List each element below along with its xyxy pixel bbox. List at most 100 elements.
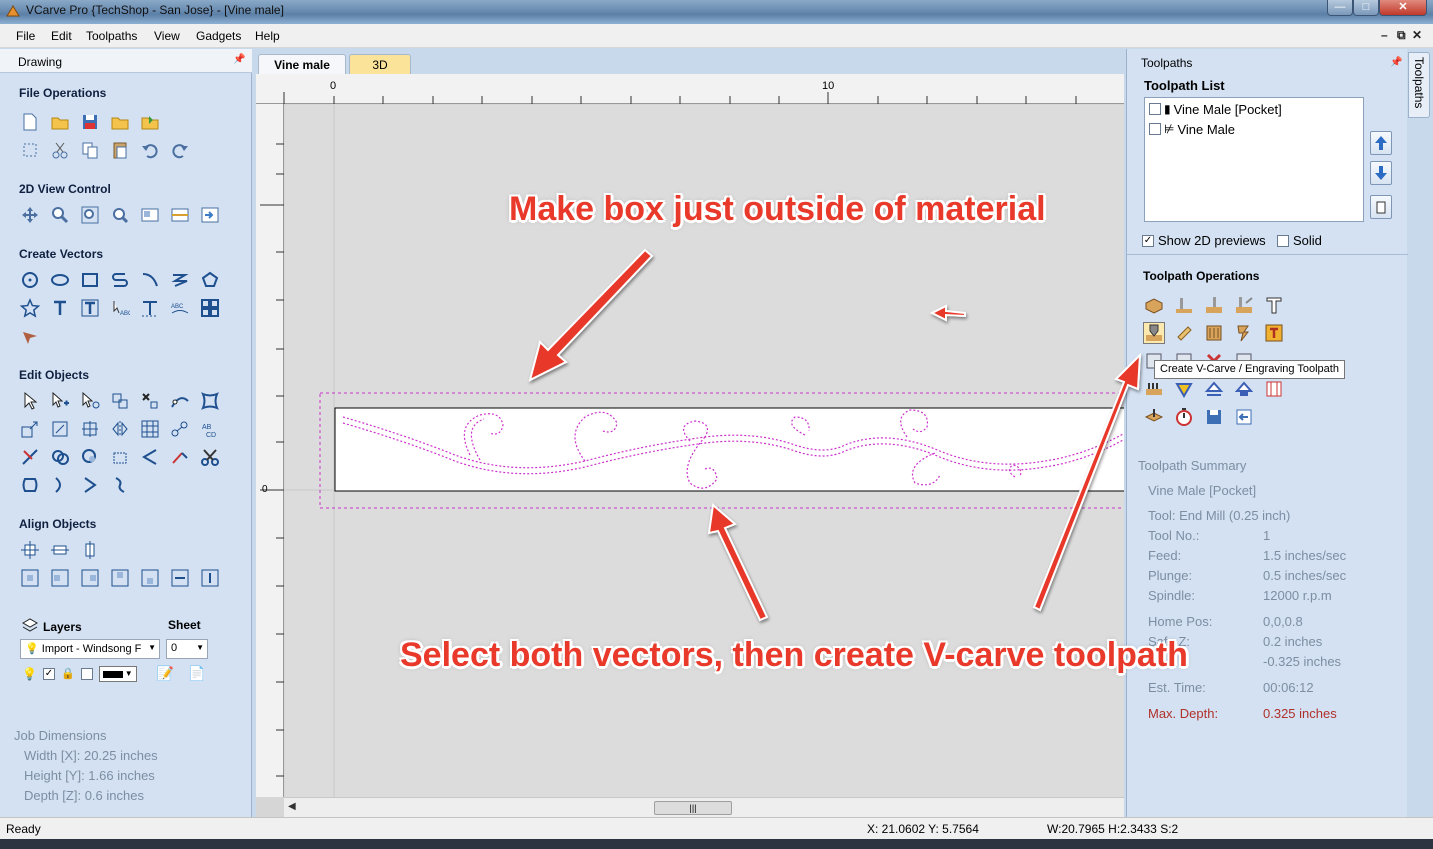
toolpath-checkbox[interactable] [1149,123,1161,135]
maximize-button[interactable]: □ [1353,0,1379,16]
prism-carve-icon[interactable] [1173,322,1195,344]
cut-icon[interactable] [49,139,71,161]
text-wrap-icon[interactable]: ABC [169,297,191,319]
copy-icon[interactable] [79,139,101,161]
interactive-transform-icon[interactable] [79,390,101,412]
array-icon[interactable] [199,297,221,319]
move-icon[interactable] [109,390,131,412]
polygon-icon[interactable] [199,269,221,291]
layer-select[interactable]: 💡 Import - Windsong F ▼ [20,639,160,659]
open-folder-icon[interactable] [109,111,131,133]
select-all-icon[interactable] [19,139,41,161]
align-center-icon[interactable] [19,539,41,561]
menu-edit[interactable]: Edit [51,29,72,43]
mdi-close-icon[interactable]: ✕ [1412,28,1422,42]
zoom-extents-icon[interactable] [79,204,101,226]
curve-fit-icon[interactable] [49,474,71,496]
bezier-icon[interactable] [109,474,131,496]
arc-icon[interactable] [139,269,161,291]
text-arc-icon[interactable] [139,297,161,319]
nest-icon[interactable]: AB CD [199,418,221,440]
size-icon[interactable] [49,418,71,440]
trim-icon[interactable] [19,446,41,468]
delete-toolpath-button[interactable] [1370,195,1392,219]
distribute-h-icon[interactable] [169,567,191,589]
fillet-icon[interactable] [139,446,161,468]
merge-toolpath-icon[interactable] [1173,378,1195,400]
material-setup-icon[interactable] [1143,294,1165,316]
align-top-icon[interactable] [109,567,131,589]
view-layout-icon[interactable] [139,204,161,226]
grid-array-icon[interactable] [139,418,161,440]
tabs-icon[interactable] [1143,378,1165,400]
layer-color-select[interactable]: ▼ [98,665,137,682]
pin-icon[interactable]: 📌 [1390,57,1402,68]
rectangle-icon[interactable] [79,269,101,291]
scale-icon[interactable] [19,418,41,440]
scroll-left-icon[interactable]: ◀ [288,801,296,812]
layer-manager-icon[interactable]: 📄 [188,665,205,682]
view-export-icon[interactable] [199,204,221,226]
mirror-icon[interactable] [109,418,131,440]
layer-properties-icon[interactable]: 📝 [157,665,174,682]
ellipse-icon[interactable] [49,269,71,291]
tab-3d-view[interactable]: 3D View [349,54,411,86]
center-icon[interactable] [79,418,101,440]
show-2d-previews-checkbox[interactable]: ✓ [1142,234,1154,247]
solid-option[interactable]: Solid [1277,233,1322,248]
distort-icon[interactable] [199,390,221,412]
distribute-v-icon[interactable] [199,567,221,589]
minimize-button[interactable]: — [1327,0,1353,16]
circle-icon[interactable] [19,269,41,291]
paste-icon[interactable] [109,139,131,161]
toolpath-item[interactable]: ▮ Vine Male [Pocket] [1149,100,1282,118]
zoom-selection-icon[interactable] [109,204,131,226]
align-bottom-icon[interactable] [139,567,161,589]
pocket-toolpath-icon[interactable] [1203,294,1225,316]
line-fit-icon[interactable] [79,474,101,496]
scissors-icon[interactable] [199,446,221,468]
profile-toolpath-icon[interactable] [1173,294,1195,316]
toolpath-item[interactable]: ⊭ Vine Male [1149,120,1235,138]
text-on-curve-icon[interactable]: ABC [109,297,131,319]
save-toolpath-icon[interactable] [1203,406,1225,428]
light-bulb-icon[interactable]: 💡 [22,667,37,681]
save-file-icon[interactable] [79,111,101,133]
inlay-toolpath-icon[interactable] [1233,322,1255,344]
offset-icon[interactable] [109,446,131,468]
import-icon[interactable] [139,111,161,133]
menu-toolpaths[interactable]: Toolpaths [86,29,137,43]
layer-lock-checkbox[interactable] [80,667,93,680]
polyline-icon[interactable] [109,269,131,291]
delete-node-icon[interactable] [139,390,161,412]
node-edit-icon[interactable] [49,390,71,412]
align-left-icon[interactable] [49,567,71,589]
menu-gadgets[interactable]: Gadgets [196,29,241,43]
show-2d-previews[interactable]: ✓ Show 2D previews [1142,233,1266,248]
texture-toolpath-icon[interactable] [1263,322,1285,344]
pin-icon[interactable]: 📌 [233,54,245,65]
job-setup-icon[interactable] [1143,406,1165,428]
close-button[interactable]: ✕ [1379,0,1427,16]
vcarve-toolpath-button[interactable] [1143,322,1165,344]
smooth-curve-icon[interactable] [169,390,191,412]
horizontal-scrollbar[interactable]: ◀ ||| [284,797,1124,817]
new-file-icon[interactable] [19,111,41,133]
view-split-icon[interactable] [169,204,191,226]
circular-array-icon[interactable] [169,418,191,440]
menu-help[interactable]: Help [255,29,280,43]
redo-icon[interactable] [169,139,191,161]
star-icon[interactable] [19,297,41,319]
preview-toolpath-icon[interactable] [1233,378,1255,400]
align-h-center-icon[interactable] [49,539,71,561]
menu-file[interactable]: File [16,29,35,43]
tab-vine-male[interactable]: Vine male [258,54,346,74]
clip-art-icon[interactable] [19,325,41,347]
layer-visible-checkbox[interactable]: ✓ [42,667,55,680]
drilling-toolpath-icon[interactable] [1233,294,1255,316]
extend-icon[interactable] [169,446,191,468]
toolpath-columns-icon[interactable] [1263,378,1285,400]
move-down-button[interactable] [1370,161,1392,185]
join-icon[interactable] [79,446,101,468]
pan-icon[interactable] [19,204,41,226]
